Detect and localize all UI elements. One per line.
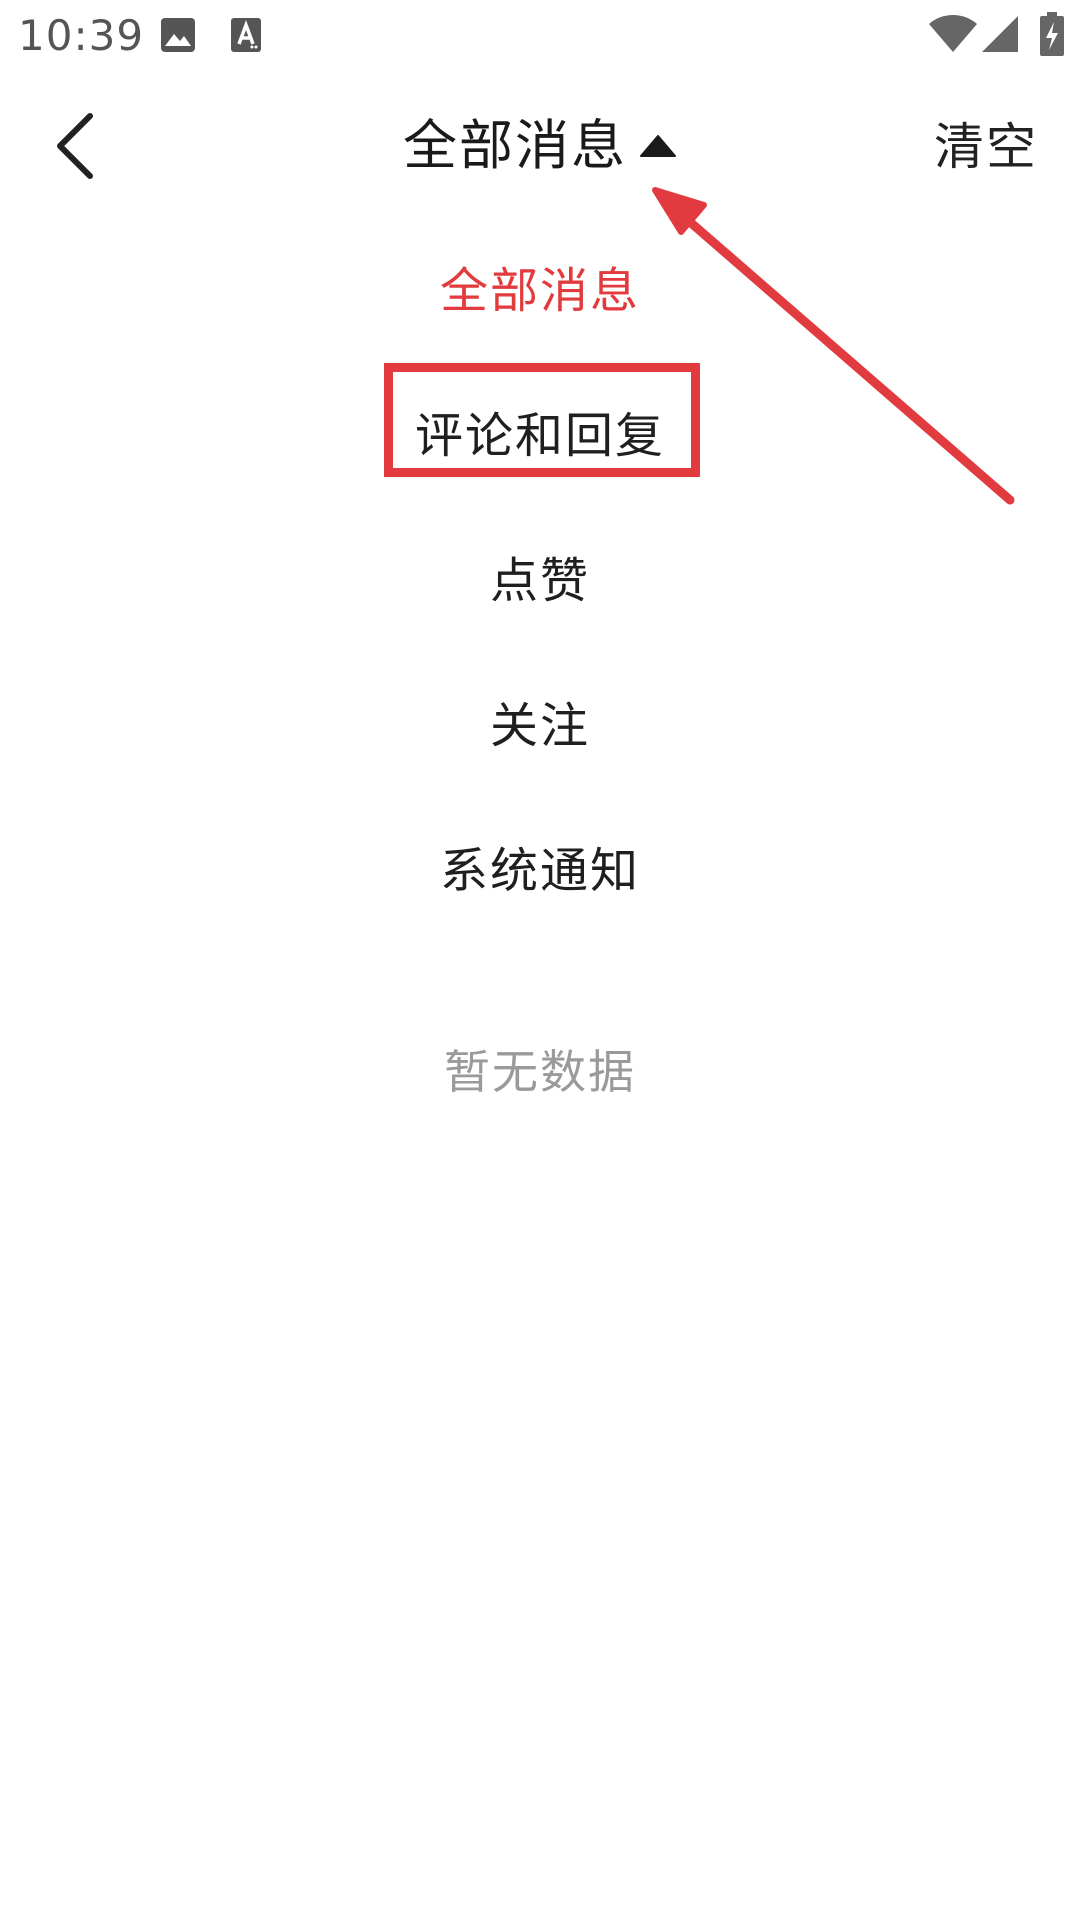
menu-item-follows[interactable]: 关注 bbox=[0, 653, 1080, 798]
battery-charging-icon bbox=[1040, 12, 1064, 56]
font-a-icon bbox=[231, 18, 261, 52]
status-bar: 10:39 bbox=[0, 0, 1080, 76]
wifi-icon bbox=[929, 15, 977, 52]
signal-icon bbox=[982, 16, 1018, 52]
image-icon bbox=[161, 18, 195, 52]
menu-item-likes[interactable]: 点赞 bbox=[0, 508, 1080, 653]
header: 全部消息 清空 bbox=[0, 76, 1080, 216]
menu-item-label: 全部消息 bbox=[439, 262, 640, 319]
caret-up-icon bbox=[640, 135, 676, 157]
menu-item-label: 系统通知 bbox=[439, 842, 640, 899]
menu-item-label: 点赞 bbox=[489, 552, 590, 609]
clear-button[interactable]: 清空 bbox=[934, 112, 1038, 182]
status-time: 10:39 bbox=[18, 11, 145, 60]
menu-item-label: 关注 bbox=[489, 697, 590, 754]
title-group: 全部消息 bbox=[0, 108, 1080, 184]
page-title: 全部消息 bbox=[403, 114, 627, 177]
menu-item-comments-replies[interactable]: 评论和回复 bbox=[0, 363, 1080, 508]
empty-state-text: 暂无数据 bbox=[444, 1045, 636, 1099]
menu-item-label: 评论和回复 bbox=[414, 407, 665, 464]
message-filter-menu: 全部消息 评论和回复 点赞 关注 系统通知 bbox=[0, 218, 1080, 943]
menu-item-all-messages[interactable]: 全部消息 bbox=[0, 218, 1080, 363]
title-dropdown-toggle[interactable]: 全部消息 bbox=[403, 108, 677, 184]
menu-item-system-notifications[interactable]: 系统通知 bbox=[0, 798, 1080, 943]
